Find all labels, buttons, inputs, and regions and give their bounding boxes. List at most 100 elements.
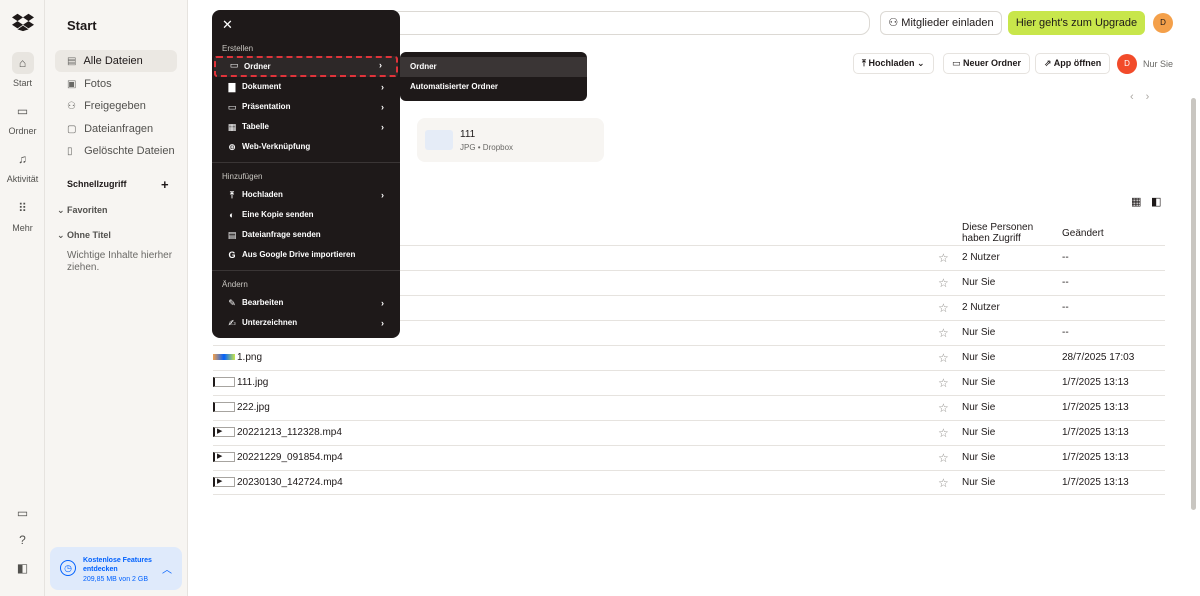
menu-item-label: Tabelle (242, 122, 269, 131)
favorites-toggle[interactable]: ⌄ Favoriten (57, 205, 108, 216)
table-row[interactable]: 1.png ☆ Nur Sie 28/7/2025 17:03 (213, 345, 1165, 370)
invite-members-button[interactable]: ⚇ Mitglieder einladen (880, 11, 1002, 35)
menu-item-presentation[interactable]: ▭ Präsentation › (214, 97, 398, 117)
avatar[interactable]: D (1153, 13, 1173, 33)
home-icon: ⌂ (11, 52, 34, 74)
storage-usage: 209,85 MB von 2 GB (83, 576, 148, 583)
chevron-up-icon[interactable]: ︿ (162, 561, 172, 576)
add-person-icon: ⚇ (888, 17, 899, 29)
carousel-arrows[interactable]: ‹› (1130, 91, 1161, 103)
table-row[interactable]: ▶ 20230130_142724.mp4 ☆ Nur Sie 1/7/2025 13:… (213, 470, 1165, 495)
column-header-access[interactable]: Diese Personen haben Zugriff (962, 222, 1052, 244)
close-icon[interactable]: ✕ (222, 17, 233, 33)
star-icon[interactable]: ☆ (938, 276, 949, 290)
sidebar-item-label: Freigegeben (84, 100, 146, 112)
rail-item-more[interactable]: ⠿ Mehr (0, 197, 45, 233)
modified-cell: -- (1062, 252, 1069, 263)
create-menu: ✕ Erstellen ▭ Ordner › ▇ Dokument › ▭ Präsentat… (212, 10, 400, 338)
video-icon: ▶ (213, 477, 235, 488)
menu-item-edit[interactable]: ✎ Bearbeiten › (214, 293, 398, 313)
menu-item-globe[interactable]: ⊕ Web-Verknüpfung (214, 137, 398, 157)
chevron-right-icon[interactable]: › (1146, 91, 1162, 103)
desktop-icon[interactable]: ▭ (0, 506, 45, 520)
menu-item-send-copy[interactable]: ◐ Eine Kopie senden (214, 205, 398, 225)
file-name-cell[interactable]: 222.jpg (213, 402, 270, 413)
sidebar-item-photos[interactable]: ▣ Fotos (55, 73, 177, 95)
star-icon[interactable]: ☆ (938, 401, 949, 415)
table-row[interactable]: 222.jpg ☆ Nur Sie 1/7/2025 13:13 (213, 395, 1165, 420)
dropbox-logo-icon[interactable] (12, 12, 34, 32)
star-icon[interactable]: ☆ (938, 351, 949, 365)
rail-item-start[interactable]: ⌂ Start (0, 52, 45, 88)
open-app-button[interactable]: ⇗ App öffnen (1035, 53, 1111, 74)
rail-item-activity[interactable]: ♫ Aktivität (0, 148, 45, 184)
sidebar-item-file-requests[interactable]: ▢ Dateianfragen (55, 118, 177, 140)
panel-toggle-icon[interactable]: ◧ (1151, 195, 1161, 208)
chevron-left-icon[interactable]: ‹ (1130, 91, 1146, 103)
upload-button[interactable]: ⤒ Hochladen ⌄ (853, 53, 934, 74)
menu-item-label: Ordner (244, 62, 271, 71)
search-input[interactable] (390, 11, 870, 35)
menu-item-sign[interactable]: ✍ Unterzeichnen › (214, 313, 398, 333)
submenu-item-folder[interactable]: Ordner (400, 57, 587, 77)
star-icon[interactable]: ☆ (938, 301, 949, 315)
grid-view-icon[interactable]: ▦ (1131, 195, 1141, 208)
star-icon[interactable]: ☆ (938, 426, 949, 440)
submenu-item-automated-folder[interactable]: Automatisierter Ordner (400, 77, 587, 97)
panel-icon[interactable]: ◧ (0, 561, 45, 575)
external-link-icon: ⇗ (1044, 58, 1052, 68)
chevron-right-icon: › (381, 298, 384, 308)
menu-item-upload[interactable]: ⤒ Hochladen › (214, 185, 398, 205)
star-icon[interactable]: ☆ (938, 251, 949, 265)
table-row[interactable]: ▶ 20221213_112328.mp4 ☆ Nur Sie 1/7/2025 13:… (213, 420, 1165, 445)
file-name-cell[interactable]: ▶ 20221213_112328.mp4 (213, 427, 342, 438)
file-thumbnail (425, 130, 453, 150)
rail-item-folders[interactable]: ▭ Ordner (0, 100, 45, 136)
sidebar-item-label: Alle Dateien (83, 55, 143, 67)
star-icon[interactable]: ☆ (938, 451, 949, 465)
table-row[interactable]: 111.jpg ☆ Nur Sie 1/7/2025 13:13 (213, 370, 1165, 395)
chevron-down-icon: ⌄ (57, 205, 68, 215)
promo-card[interactable]: ◷ Kostenlose Features entdecken 209,85 M… (50, 547, 182, 590)
google-icon: G (228, 250, 236, 260)
scrollbar[interactable] (1191, 98, 1196, 510)
menu-item-google[interactable]: G Aus Google Drive importieren (214, 245, 398, 265)
menu-item-label: Dokument (242, 82, 282, 91)
help-icon[interactable]: ? (0, 533, 45, 547)
new-folder-button[interactable]: ▭ Neuer Ordner (943, 53, 1031, 74)
untitled-toggle[interactable]: ⌄ Ohne Titel (57, 230, 111, 241)
menu-item-label: Eine Kopie senden (242, 210, 314, 219)
rail-item-label: Start (12, 78, 32, 88)
file-name-cell[interactable]: 1.png (213, 352, 262, 363)
menu-item-document[interactable]: ▇ Dokument › (214, 77, 398, 97)
star-icon[interactable]: ☆ (938, 376, 949, 390)
file-name-cell[interactable]: ▶ 20221229_091854.mp4 (213, 452, 343, 463)
modified-cell: -- (1062, 327, 1069, 338)
sidebar-item-label: Fotos (84, 78, 112, 90)
star-icon[interactable]: ☆ (938, 326, 949, 340)
upgrade-button[interactable]: Hier geht's zum Upgrade (1008, 11, 1145, 35)
gauge-icon: ◷ (60, 560, 76, 576)
menu-item-folder[interactable]: ▭ Ordner › (214, 56, 398, 77)
sidebar-item-all-files[interactable]: ▤ Alle Dateien (55, 50, 177, 72)
menu-item-label: Präsentation (242, 102, 291, 111)
sidebar-item-shared[interactable]: ⚇ Freigegeben (55, 95, 177, 117)
sidebar-item-deleted[interactable]: ▯ Gelöschte Dateien (55, 140, 177, 162)
file-name: 222.jpg (237, 402, 270, 413)
access-cell: Nur Sie (962, 477, 996, 488)
star-icon[interactable]: ☆ (938, 476, 949, 490)
table-row[interactable]: ▶ 20221229_091854.mp4 ☆ Nur Sie 1/7/2025 13:… (213, 445, 1165, 470)
file-name-cell[interactable]: ▶ 20230130_142724.mp4 (213, 477, 343, 488)
plus-icon[interactable]: + (161, 177, 169, 192)
folder-plus-icon: ▭ (952, 58, 961, 68)
upload-icon: ⤒ (862, 58, 866, 68)
column-header-modified[interactable]: Geändert (1062, 228, 1104, 239)
file-name-cell[interactable]: 111.jpg (213, 377, 268, 388)
suggested-file-card[interactable]: 111 JPG • Dropbox (417, 118, 604, 162)
modified-cell: 1/7/2025 13:13 (1062, 377, 1129, 388)
globe-icon: ⊕ (228, 142, 236, 152)
menu-item-table[interactable]: ▦ Tabelle › (214, 117, 398, 137)
chevron-right-icon: › (381, 190, 384, 200)
menu-item-file-request[interactable]: ▤ Dateianfrage senden (214, 225, 398, 245)
folder-icon: ▭ (229, 60, 239, 70)
